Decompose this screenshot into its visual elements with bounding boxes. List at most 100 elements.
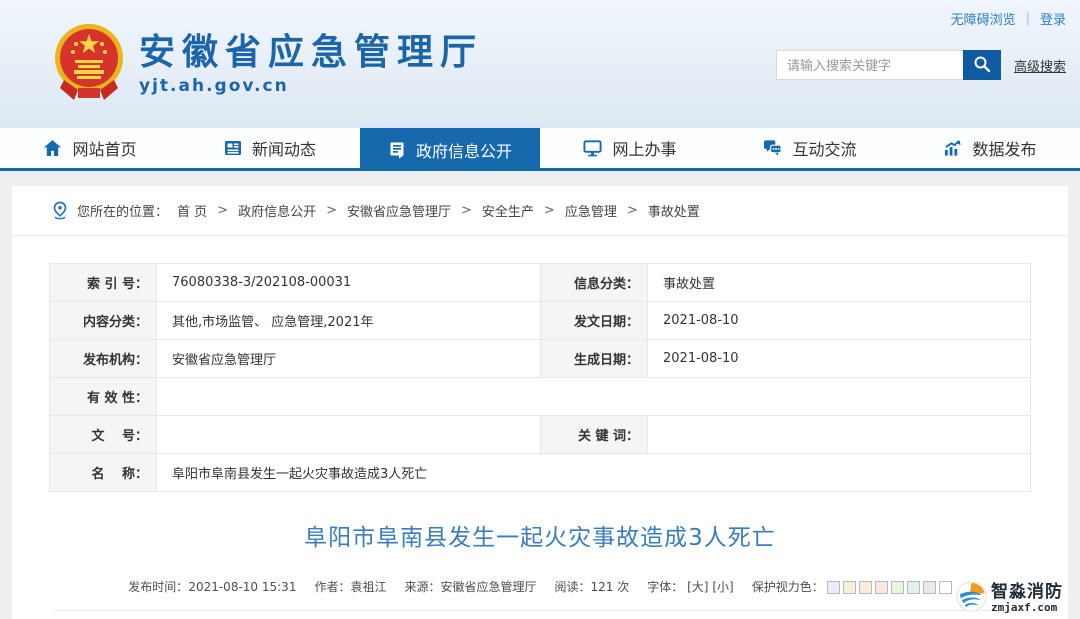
author: 作者：袁祖江 — [314, 578, 386, 595]
breadcrumb-separator: > — [627, 203, 638, 218]
breadcrumb-item-safety[interactable]: 安全生产 — [482, 201, 534, 220]
info-label-doc-no: 文 号： — [50, 416, 157, 454]
content-card: 您所在的位置： 首 页 > 政府信息公开 > 安徽省应急管理厅 > 安全生产 >… — [12, 186, 1068, 619]
info-label-validity: 有 效 性： — [50, 378, 157, 416]
site-url: yjt.ah.gov.cn — [139, 76, 483, 96]
nav-item-online-services[interactable]: 网上办事 — [540, 128, 720, 168]
eye-color-swatch[interactable] — [939, 581, 952, 594]
table-row: 有 效 性： — [50, 378, 1031, 416]
info-label-issue-date: 发文日期： — [541, 302, 648, 340]
nav-item-news[interactable]: 新闻动态 — [180, 128, 360, 168]
table-row: 发布机构： 安徽省应急管理厅 生成日期： 2021-08-10 — [50, 340, 1031, 378]
breadcrumb-item-gov-info[interactable]: 政府信息公开 — [238, 201, 316, 220]
info-label-gen-date: 生成日期： — [541, 340, 648, 378]
nav-item-data-release[interactable]: 数据发布 — [900, 128, 1080, 168]
font-small-button[interactable]: [小] — [712, 580, 733, 594]
article-title: 阜阳市阜南县发生一起火灾事故造成3人死亡 — [12, 518, 1068, 552]
site-header: 无障碍浏览 | 登录 — [0, 0, 1080, 128]
search-input[interactable] — [776, 50, 963, 80]
breadcrumb-item-department[interactable]: 安徽省应急管理厅 — [347, 201, 451, 220]
breadcrumb-item-accident[interactable]: 事故处置 — [648, 201, 700, 220]
table-row: 名 称： 阜阳市阜南县发生一起火灾事故造成3人死亡 — [50, 454, 1031, 492]
eye-color-swatch[interactable] — [843, 581, 856, 594]
page: 无障碍浏览 | 登录 — [0, 0, 1080, 619]
watermark-url: zmjaxf.com — [991, 602, 1063, 614]
info-label-name: 名 称： — [50, 454, 157, 492]
content-background: 您所在的位置： 首 页 > 政府信息公开 > 安徽省应急管理厅 > 安全生产 >… — [0, 171, 1080, 619]
nav-item-label: 网上办事 — [612, 136, 676, 160]
article-meta: 发布时间：2021-08-10 15:31 作者：袁祖江 来源：安徽省应急管理厅… — [12, 578, 1068, 595]
read-count: 阅读：121 次 — [555, 578, 630, 595]
nav-item-interaction[interactable]: 互动交流 — [720, 128, 900, 168]
breadcrumb-prefix: 您所在的位置： — [77, 201, 168, 220]
font-large-button[interactable]: [大] — [687, 580, 708, 594]
nav-item-label: 网站首页 — [72, 136, 136, 160]
site-brand: 安徽省应急管理厅 yjt.ah.gov.cn — [52, 22, 483, 106]
eye-color-swatch[interactable] — [859, 581, 872, 594]
info-label-info-category: 信息分类： — [541, 264, 648, 302]
info-value-info-category: 事故处置 — [648, 264, 1031, 302]
site-title: 安徽省应急管理厅 — [139, 32, 483, 73]
info-value-gen-date: 2021-08-10 — [648, 340, 1031, 378]
advanced-search-link[interactable]: 高级搜索 — [1014, 56, 1066, 75]
info-label-index-no: 索 引 号： — [50, 264, 157, 302]
info-label-content-category: 内容分类： — [50, 302, 157, 340]
eye-protect-label: 保护视力色： — [752, 580, 824, 594]
nav-item-label: 新闻动态 — [252, 136, 316, 160]
breadcrumb-item-emergency[interactable]: 应急管理 — [565, 201, 617, 220]
info-value-validity — [157, 378, 1031, 416]
search-icon — [973, 55, 991, 76]
breadcrumb-separator: > — [326, 203, 337, 218]
breadcrumb-separator: > — [544, 203, 555, 218]
info-label-publisher: 发布机构： — [50, 340, 157, 378]
search-area: 高级搜索 — [776, 50, 1066, 80]
info-value-content-category: 其他,市场监管、 应急管理,2021年 — [157, 302, 541, 340]
document-info-table: 索 引 号： 76080338-3/202108-00031 信息分类： 事故处… — [49, 263, 1031, 492]
watermark: 智淼消防 zmjaxf.com — [956, 581, 1063, 616]
breadcrumb-separator: > — [217, 203, 228, 218]
info-value-name: 阜阳市阜南县发生一起火灾事故造成3人死亡 — [157, 454, 1031, 492]
watermark-name: 智淼消防 — [991, 584, 1063, 602]
topbar-links: 无障碍浏览 | 登录 — [951, 9, 1066, 28]
breadcrumb: 您所在的位置： 首 页 > 政府信息公开 > 安徽省应急管理厅 > 安全生产 >… — [12, 186, 1068, 236]
chart-icon — [943, 139, 962, 157]
watermark-logo-icon — [956, 581, 987, 616]
eye-color-swatch[interactable] — [923, 581, 936, 594]
eye-color-swatch[interactable] — [891, 581, 904, 594]
brand-text: 安徽省应急管理厅 yjt.ah.gov.cn — [139, 32, 483, 96]
location-pin-icon — [52, 201, 68, 220]
eye-color-swatch[interactable] — [875, 581, 888, 594]
home-icon — [43, 139, 62, 157]
nav-item-home[interactable]: 网站首页 — [0, 128, 180, 168]
font-size-label: 字体： — [647, 580, 683, 594]
watermark-text: 智淼消防 zmjaxf.com — [991, 584, 1063, 613]
search-button[interactable] — [963, 50, 1001, 80]
publish-time: 发布时间：2021-08-10 15:31 — [128, 578, 296, 595]
nav-item-label: 数据发布 — [972, 136, 1036, 160]
info-label-keywords: 关 键 词： — [541, 416, 648, 454]
eye-protect-colors: 保护视力色： — [752, 578, 952, 595]
nav-item-gov-info[interactable]: 政府信息公开 — [360, 128, 540, 171]
table-row: 内容分类： 其他,市场监管、 应急管理,2021年 发文日期： 2021-08-… — [50, 302, 1031, 340]
eye-color-swatch[interactable] — [907, 581, 920, 594]
monitor-icon — [583, 139, 602, 157]
news-icon — [224, 139, 242, 157]
info-value-index-no: 76080338-3/202108-00031 — [157, 264, 541, 302]
font-size-controls: 字体： [大] [小] — [647, 578, 733, 595]
breadcrumb-separator: > — [461, 203, 472, 218]
info-value-keywords — [648, 416, 1031, 454]
nav-item-label: 政府信息公开 — [416, 138, 512, 162]
table-row: 文 号： 关 键 词： — [50, 416, 1031, 454]
table-row: 索 引 号： 76080338-3/202108-00031 信息分类： 事故处… — [50, 264, 1031, 302]
login-link[interactable]: 登录 — [1040, 9, 1066, 28]
info-value-doc-no — [157, 416, 541, 454]
accessibility-link[interactable]: 无障碍浏览 — [951, 9, 1016, 28]
info-value-publisher: 安徽省应急管理厅 — [157, 340, 541, 378]
chat-icon — [763, 139, 782, 157]
info-value-issue-date: 2021-08-10 — [648, 302, 1031, 340]
eye-color-swatch[interactable] — [827, 581, 840, 594]
content-divider — [54, 610, 1026, 611]
source: 来源：安徽省应急管理厅 — [404, 578, 536, 595]
national-emblem-logo — [52, 22, 126, 106]
breadcrumb-item-home[interactable]: 首 页 — [177, 201, 207, 220]
